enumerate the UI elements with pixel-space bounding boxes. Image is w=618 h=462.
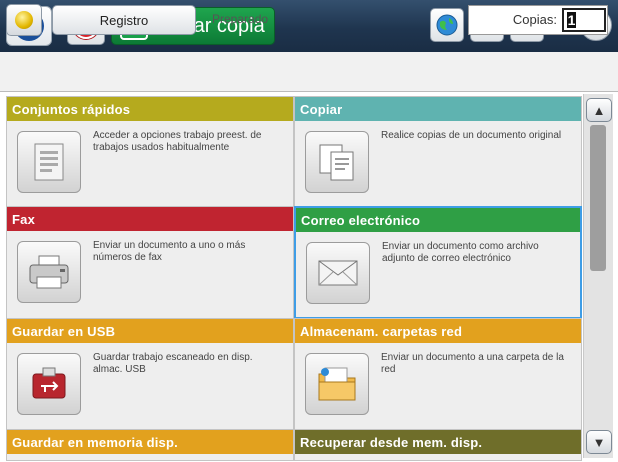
tile-description: Enviar un documento a una carpeta de la … <box>381 352 564 375</box>
tile-title: Guardar en USB <box>7 319 293 343</box>
scroll-down-button[interactable]: ▼ <box>586 430 612 454</box>
tile-description: Realice copias de un documento original <box>381 130 562 141</box>
scroll-down-icon: ▼ <box>592 434 606 450</box>
network-globe-icon <box>436 14 458 36</box>
network-folder-icon <box>305 353 369 415</box>
tile-description: Enviar un documento a uno o más números … <box>93 240 246 263</box>
tile-network-folder[interactable]: Almacenam. carpetas red Enviar un docume… <box>294 318 582 431</box>
copy-icon <box>305 131 369 193</box>
tile-save-usb[interactable]: Guardar en USB Guardar trabajo escaneado… <box>6 318 294 431</box>
copies-label: Copias: <box>512 12 557 27</box>
email-icon <box>306 242 370 304</box>
scrollbar-thumb[interactable] <box>590 125 606 271</box>
tile-retrieve-device-memory[interactable]: Recuperar desde mem. disp. <box>294 429 582 461</box>
device-status-text: Preparado <box>212 12 269 26</box>
home-icon <box>15 11 33 29</box>
copies-value: 1 <box>567 12 576 28</box>
tile-title: Copiar <box>295 97 581 121</box>
tile-description: Acceder a opciones trabajo preest. de tr… <box>93 130 262 153</box>
quick-sets-icon <box>17 131 81 193</box>
scroll-up-button[interactable]: ▲ <box>586 98 612 122</box>
scroll-up-icon: ▲ <box>592 102 606 118</box>
network-status-button[interactable] <box>430 8 464 42</box>
copies-field[interactable]: 1 <box>562 8 606 32</box>
tile-title: Fax <box>7 207 293 231</box>
tile-title: Recuperar desde mem. disp. <box>295 430 581 454</box>
tile-description: Enviar un documento como archivo adjunto… <box>382 241 539 264</box>
tile-title: Correo electrónico <box>296 208 580 232</box>
tile-quick-sets[interactable]: Conjuntos rápidos Acceder a opciones tra… <box>6 96 294 209</box>
tile-copy[interactable]: Copiar Realice copias de un documento or… <box>294 96 582 209</box>
tile-title: Conjuntos rápidos <box>7 97 293 121</box>
usb-icon <box>17 353 81 415</box>
tile-save-device-memory[interactable]: Guardar en memoria disp. <box>6 429 294 461</box>
status-bar <box>0 52 618 92</box>
tile-title: Guardar en memoria disp. <box>7 430 293 454</box>
home-button[interactable] <box>6 4 42 36</box>
tile-description: Guardar trabajo escaneado en disp. almac… <box>93 352 253 375</box>
fax-icon <box>17 241 81 303</box>
tile-email[interactable]: Correo electrónico Enviar un documento c… <box>294 206 582 319</box>
registry-label: Registro <box>99 12 149 28</box>
tile-title: Almacenam. carpetas red <box>295 319 581 343</box>
registry-button[interactable]: Registro <box>52 5 196 35</box>
tile-fax[interactable]: Fax Enviar un documento a uno o más núme… <box>6 206 294 319</box>
